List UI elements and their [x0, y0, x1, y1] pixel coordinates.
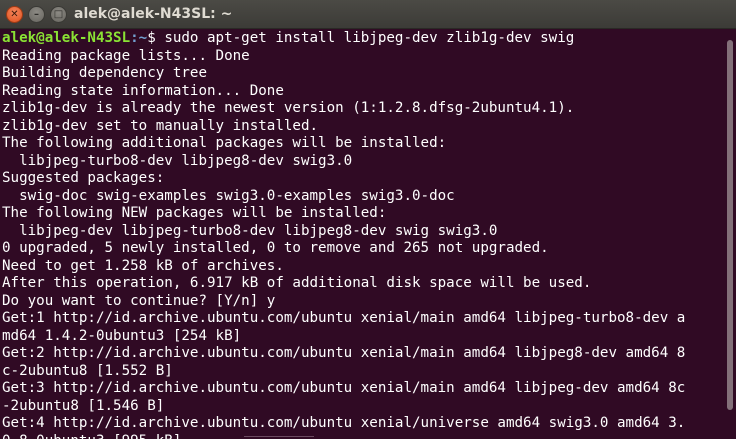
- output-line: Get:1 http://id.archive.ubuntu.com/ubunt…: [2, 310, 686, 326]
- output-line: 0.8-0ubuntu3 [995 kB]: [2, 433, 720, 439]
- divider: [244, 436, 314, 437]
- output-line: After this operation, 6.917 kB of additi…: [2, 275, 592, 291]
- output-line: Get:2 http://id.archive.ubuntu.com/ubunt…: [2, 345, 686, 361]
- output-line: zlib1g-dev is already the newest version…: [2, 100, 575, 116]
- output-line: The following NEW packages will be insta…: [2, 205, 387, 221]
- output-line: libjpeg-dev libjpeg-turbo8-dev libjpeg8-…: [2, 222, 498, 239]
- terminal-window: ✕ – □ alek@alek-N43SL: ~ alek@alek-N43SL…: [0, 0, 736, 439]
- output-line: swig-doc swig-examples swig3.0-examples …: [2, 187, 455, 204]
- output-line: Get:3 http://id.archive.ubuntu.com/ubunt…: [2, 380, 686, 396]
- prompt-path: :~: [130, 30, 148, 46]
- terminal-output[interactable]: alek@alek-N43SL:~$ sudo apt-get install …: [0, 30, 720, 439]
- maximize-icon[interactable]: □: [50, 6, 67, 23]
- scrollbar-thumb[interactable]: [727, 40, 733, 410]
- output-line: Suggested packages:: [2, 170, 165, 186]
- minimize-icon[interactable]: –: [28, 6, 45, 23]
- prompt-symbol: $: [147, 30, 165, 46]
- output-line: zlib1g-dev set to manually installed.: [2, 117, 319, 134]
- output-line: Get:4 http://id.archive.ubuntu.com/ubunt…: [2, 415, 686, 431]
- close-icon[interactable]: ✕: [6, 6, 23, 23]
- output-line: Do you want to continue? [Y/n] y: [2, 292, 276, 309]
- output-line: md64 1.4.2-0ubuntu3 [254 kB]: [2, 327, 242, 344]
- output-line: 0 upgraded, 5 newly installed, 0 to remo…: [2, 240, 549, 256]
- output-line: Reading state information... Done: [2, 82, 284, 99]
- output-line: c-2ubuntu8 [1.552 B]: [2, 362, 173, 379]
- output-line: -2ubuntu8 [1.546 B]: [2, 397, 165, 414]
- output-line: Need to get 1.258 kB of archives.: [2, 257, 284, 274]
- command-line: alek@alek-N43SL:~$ sudo apt-get install …: [2, 30, 720, 48]
- output-lines: Reading package lists... Done Building de…: [2, 48, 720, 439]
- prompt-user: alek@alek-N43SL: [2, 30, 131, 46]
- output-line: Building dependency tree: [2, 65, 207, 81]
- output-line: The following additional packages will b…: [2, 135, 447, 151]
- command-text: sudo apt-get install libjpeg-dev zlib1g-…: [164, 30, 575, 46]
- output-line: libjpeg-turbo8-dev libjpeg8-dev swig3.0: [2, 152, 353, 169]
- output-line: Reading package lists... Done: [2, 47, 250, 64]
- window-title: alek@alek-N43SL: ~: [74, 6, 233, 22]
- title-bar[interactable]: ✕ – □ alek@alek-N43SL: ~: [0, 0, 736, 29]
